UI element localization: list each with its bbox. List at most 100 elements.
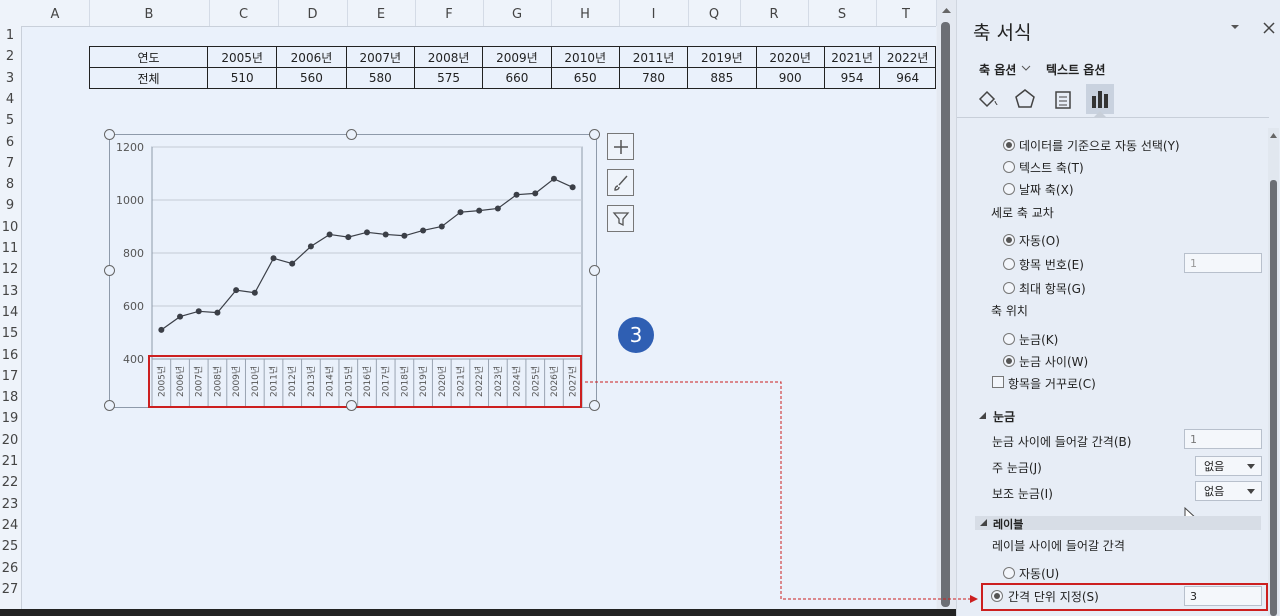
sheet-vertical-scrollbar[interactable]	[937, 0, 956, 616]
resize-handle-bottom[interactable]	[346, 400, 357, 411]
column-header[interactable]: F	[415, 0, 483, 26]
scroll-thumb[interactable]	[941, 22, 950, 607]
spreadsheet-area[interactable]: ABCDEFGHIQRST 1 2 3 4 5 6 7 8 9 10 11 12 13 14 15 16 17 1…	[0, 0, 937, 616]
tab-axis-options[interactable]: 축 옵션	[979, 61, 1016, 78]
close-icon[interactable]	[1262, 21, 1276, 35]
chevron-down-icon[interactable]	[1021, 63, 1031, 73]
year-cell[interactable]: 2005년	[207, 46, 278, 68]
minor-tick-select[interactable]: 없음	[1195, 481, 1262, 501]
resize-handle-top-right[interactable]	[589, 129, 600, 140]
column-header[interactable]: H	[551, 0, 619, 26]
radio-cross-max[interactable]	[1003, 282, 1015, 294]
value-cell[interactable]: 660	[482, 67, 552, 89]
resize-handle-top[interactable]	[346, 129, 357, 140]
row-header[interactable]: 16	[0, 348, 20, 369]
row-header[interactable]: 22	[0, 475, 20, 496]
row-header[interactable]: 2	[0, 49, 20, 70]
value-cell[interactable]: 650	[550, 67, 620, 89]
chart-elements-button[interactable]	[607, 133, 634, 160]
value-cell[interactable]: 580	[345, 67, 415, 89]
value-cell[interactable]: 885	[687, 67, 757, 89]
column-header[interactable]: E	[347, 0, 415, 26]
column-header[interactable]: T	[876, 0, 936, 26]
chart-styles-button[interactable]	[607, 169, 634, 196]
panel-scrollbar[interactable]	[1268, 128, 1279, 616]
row-header[interactable]: 15	[0, 326, 20, 347]
row-header[interactable]: 23	[0, 497, 20, 518]
tick-interval-input[interactable]: 1	[1184, 429, 1262, 449]
scroll-up-icon[interactable]	[937, 0, 956, 20]
total-header-cell[interactable]: 전체	[88, 67, 209, 89]
row-header[interactable]: 13	[0, 284, 20, 305]
row-header[interactable]: 6	[0, 135, 20, 156]
size-properties-icon[interactable]	[1050, 86, 1076, 112]
scroll-up-icon[interactable]	[1268, 128, 1279, 142]
column-header[interactable]: B	[89, 0, 209, 26]
row-header[interactable]: 5	[0, 113, 20, 134]
major-tick-select[interactable]: 없음	[1195, 456, 1262, 476]
radio-date-axis[interactable]	[1003, 183, 1015, 195]
row-header[interactable]: 8	[0, 177, 20, 198]
row-header[interactable]: 27	[0, 582, 20, 603]
row-header[interactable]: 26	[0, 561, 20, 582]
value-cell[interactable]: 575	[413, 67, 484, 89]
row-header[interactable]: 11	[0, 241, 20, 262]
chart-filters-button[interactable]	[607, 205, 634, 232]
row-header[interactable]: 25	[0, 539, 20, 560]
value-cell[interactable]: 560	[276, 67, 347, 89]
year-cell[interactable]: 2010년	[550, 46, 620, 68]
row-header[interactable]: 20	[0, 433, 20, 454]
panel-scroll-thumb[interactable]	[1270, 180, 1277, 616]
row-header[interactable]: 1	[0, 28, 20, 49]
resize-handle-right[interactable]	[589, 265, 600, 276]
resize-handle-top-left[interactable]	[104, 129, 115, 140]
column-header[interactable]: R	[740, 0, 808, 26]
radio-label-auto[interactable]	[1003, 567, 1015, 579]
column-header[interactable]: G	[483, 0, 551, 26]
radio-text-axis[interactable]	[1003, 161, 1015, 173]
row-header[interactable]: 12	[0, 262, 20, 283]
row-header[interactable]: 9	[0, 198, 20, 219]
year-cell[interactable]: 2006년	[276, 46, 347, 68]
row-header[interactable]: 24	[0, 518, 20, 539]
row-header[interactable]: 18	[0, 390, 20, 411]
year-cell[interactable]: 2007년	[345, 46, 415, 68]
row-header[interactable]: 4	[0, 92, 20, 113]
value-cell[interactable]: 964	[879, 67, 936, 89]
collapse-triangle-icon[interactable]	[977, 411, 987, 421]
label-section-heading[interactable]: 레이블	[993, 516, 1023, 532]
row-header[interactable]: 17	[0, 369, 20, 390]
tab-text-options[interactable]: 텍스트 옵션	[1046, 61, 1105, 78]
radio-auto-select[interactable]	[1003, 139, 1015, 151]
row-header[interactable]: 14	[0, 305, 20, 326]
year-cell[interactable]: 2008년	[413, 46, 484, 68]
row-header[interactable]: 21	[0, 454, 20, 475]
year-cell[interactable]: 2011년	[618, 46, 689, 68]
fill-line-icon[interactable]	[975, 86, 1001, 112]
year-cell[interactable]: 2019년	[687, 46, 757, 68]
radio-between-tick[interactable]	[1003, 355, 1015, 367]
year-cell[interactable]: 2020년	[755, 46, 825, 68]
effects-pentagon-icon[interactable]	[1012, 86, 1038, 112]
column-header[interactable]: Q	[688, 0, 740, 26]
resize-handle-bottom-right[interactable]	[589, 400, 600, 411]
column-header[interactable]: S	[808, 0, 876, 26]
year-cell[interactable]: 2022년	[879, 46, 936, 68]
year-cell[interactable]: 2021년	[823, 46, 881, 68]
dropdown-arrow-icon[interactable]	[1229, 22, 1241, 32]
cross-category-input[interactable]: 1	[1184, 253, 1262, 273]
collapse-triangle-icon[interactable]	[978, 518, 988, 528]
row-header[interactable]: 3	[0, 71, 20, 92]
axis-options-tab-active[interactable]	[1086, 84, 1114, 114]
value-cell[interactable]: 954	[823, 67, 881, 89]
radio-on-tick[interactable]	[1003, 333, 1015, 345]
column-header[interactable]: I	[619, 0, 688, 26]
column-header[interactable]: D	[278, 0, 347, 26]
tick-section-heading[interactable]: 눈금	[993, 408, 1015, 425]
radio-cross-category[interactable]	[1003, 258, 1015, 270]
column-header[interactable]: C	[209, 0, 278, 26]
resize-handle-left[interactable]	[104, 265, 115, 276]
value-cell[interactable]: 510	[207, 67, 278, 89]
year-header-cell[interactable]: 연도	[88, 46, 209, 68]
radio-cross-auto[interactable]	[1003, 234, 1015, 246]
